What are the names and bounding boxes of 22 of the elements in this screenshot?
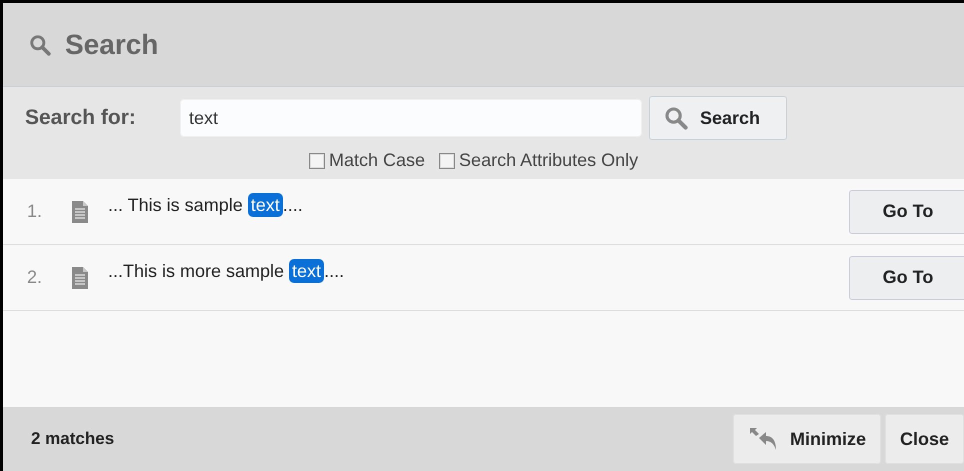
go-to-button[interactable]: Go To	[849, 256, 964, 300]
search-button[interactable]: Search	[649, 96, 787, 140]
result-snippet: ... This is sample text ....	[108, 195, 304, 216]
search-icon	[664, 106, 688, 130]
result-number: 2.	[27, 267, 44, 288]
go-to-button[interactable]: Go To	[849, 190, 964, 234]
checkbox[interactable]	[439, 152, 456, 168]
return-arrow-icon	[748, 426, 778, 452]
window-title: Search	[65, 28, 158, 60]
document-icon	[72, 266, 88, 288]
match-count: 2 matches	[31, 429, 114, 449]
checkbox-label[interactable]: Match Case	[329, 150, 426, 171]
result-number: 1.	[27, 201, 44, 222]
checkbox[interactable]	[309, 152, 325, 168]
checkbox-label[interactable]: Search Attributes Only	[459, 150, 638, 171]
search-field[interactable]: text	[180, 99, 642, 137]
document-icon	[72, 200, 88, 222]
search-icon	[29, 34, 51, 56]
result-snippet: ...This is more sample text ....	[108, 261, 346, 282]
minimize-button[interactable]: Minimize	[732, 414, 881, 464]
close-button[interactable]: Close	[884, 414, 964, 464]
search-label: Search for:	[25, 106, 137, 130]
